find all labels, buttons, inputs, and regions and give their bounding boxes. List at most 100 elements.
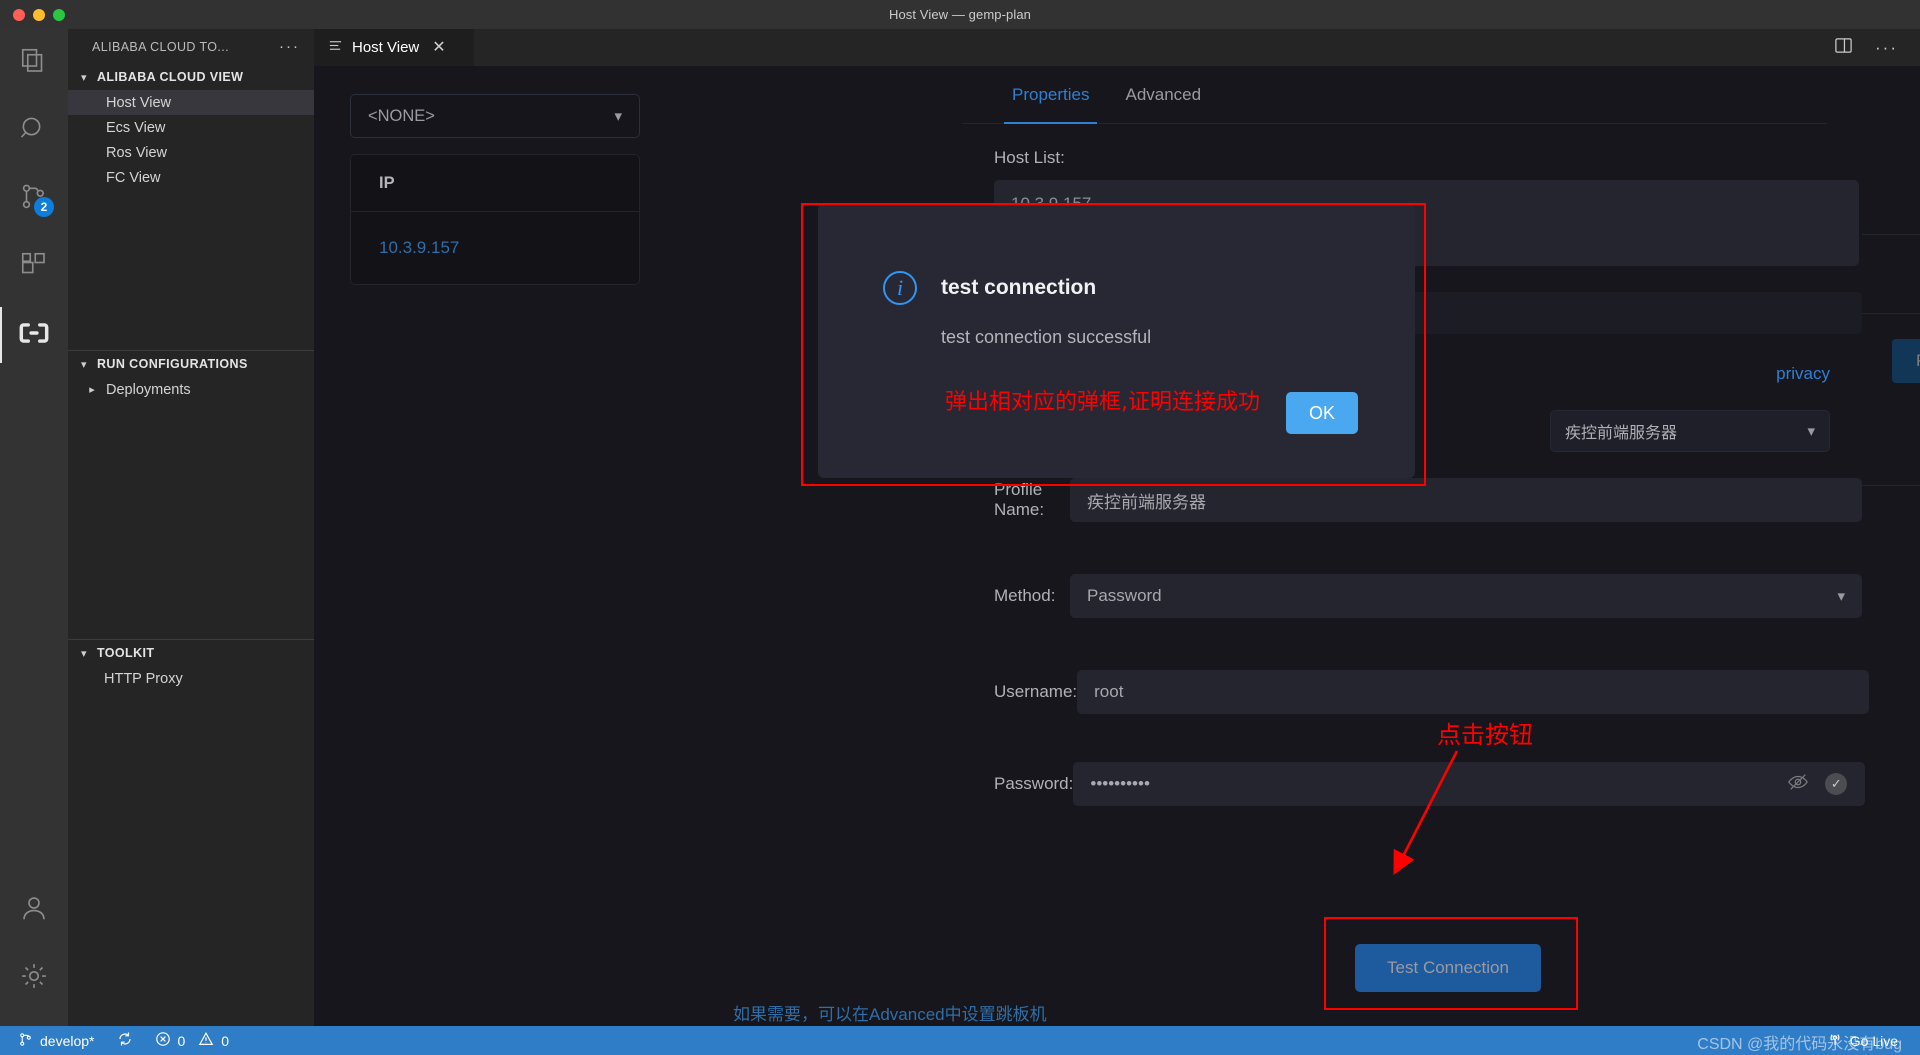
- password-field[interactable]: •••••••••• ✓: [1073, 762, 1866, 806]
- host-actions-panel: Search Add Host Properties Remove ‹ 1 ›: [1862, 66, 1920, 1026]
- status-sync[interactable]: [117, 1031, 133, 1050]
- privacy-link[interactable]: privacy: [1776, 364, 1830, 383]
- remote-icon: [19, 320, 49, 351]
- activity-extensions[interactable]: [0, 233, 68, 301]
- sidebar-item-label: Ecs View: [106, 119, 166, 136]
- vscode-window: Host View — gemp-plan 2 ALIBABA CLOUD TO…: [0, 0, 1920, 1055]
- sidebar-items-alibaba: Host View Ecs View Ros View FC View: [68, 90, 314, 350]
- status-bar: develop* 0 0 Go Live: [0, 1026, 1920, 1055]
- method-field[interactable]: Password ▾: [1070, 574, 1862, 618]
- sidebar-header: ALIBABA CLOUD TO... ···: [68, 29, 314, 64]
- tab-label: Properties: [1012, 84, 1090, 104]
- chevron-down-icon: ▾: [81, 71, 87, 84]
- column-header-label: IP: [379, 173, 395, 192]
- csdn-watermark: CSDN @我的代码永没有bug: [1697, 1036, 1902, 1053]
- username-field[interactable]: root: [1077, 670, 1870, 714]
- check-circle-icon[interactable]: ✓: [1825, 773, 1848, 795]
- method-value: Password: [1087, 586, 1162, 605]
- sidebar-item-fc-view[interactable]: FC View: [68, 165, 314, 190]
- extensions-icon: [19, 250, 49, 285]
- sidebar-item-label: Ros View: [106, 144, 167, 161]
- tab-host-view[interactable]: Host View ✕: [314, 29, 474, 66]
- chevron-down-icon: ▾: [1837, 588, 1845, 605]
- sidebar-section-label: RUN CONFIGURATIONS: [97, 357, 248, 371]
- status-problems[interactable]: 0 0: [155, 1031, 230, 1050]
- status-errors-count: 0: [177, 1032, 186, 1049]
- table-header-ip: IP: [351, 155, 639, 212]
- test-button-highlight-rect: [1324, 917, 1578, 1010]
- sync-icon: [117, 1031, 133, 1050]
- host-list-field-label: Host List:: [994, 148, 1065, 167]
- sidebar-section-toolkit[interactable]: ▾ TOOLKIT: [68, 640, 314, 666]
- activity-manage[interactable]: [0, 944, 68, 1012]
- chevron-down-icon: ▾: [81, 647, 87, 660]
- password-input[interactable]: •••••••••• ✓: [1073, 762, 1866, 806]
- method-select[interactable]: Password ▾: [1070, 574, 1862, 618]
- sidebar-title: ALIBABA CLOUD TO...: [92, 39, 230, 54]
- host-result-card: Properties Remove: [1862, 234, 1920, 486]
- activity-search[interactable]: [0, 97, 68, 165]
- password-value: ••••••••••: [1090, 774, 1150, 793]
- close-icon[interactable]: ✕: [432, 39, 445, 56]
- activity-source-control[interactable]: 2: [0, 165, 68, 233]
- dialog-callout-text: 弹出相对应的弹框,证明连接成功: [945, 390, 1260, 415]
- cell-ip[interactable]: 10.3.9.157: [379, 238, 459, 258]
- tab-advanced[interactable]: Advanced: [1107, 66, 1219, 124]
- sidebar-section-label: TOOLKIT: [97, 646, 155, 660]
- editor-more-actions[interactable]: ···: [1875, 38, 1898, 58]
- sidebar-item-label: FC View: [106, 169, 161, 186]
- sidebar-item-ros-view[interactable]: Ros View: [68, 140, 314, 165]
- dialog-highlight-rect: [801, 203, 1426, 486]
- advanced-hint-text: 如果需要，可以在Advanced中设置跳板机: [733, 1005, 1047, 1024]
- side-bar: ALIBABA CLOUD TO... ··· ▾ ALIBABA CLOUD …: [68, 29, 314, 1026]
- split-editor-icon[interactable]: [1834, 36, 1853, 60]
- editor-area: Host View ✕ ··· <NONE> ▾ IP 10.3.9.157 P…: [314, 29, 1920, 1026]
- activity-explorer[interactable]: [0, 29, 68, 97]
- properties-button[interactable]: Properties: [1892, 339, 1920, 383]
- tab-label: Host View: [352, 39, 420, 56]
- host-row-actions: Properties Remove: [1892, 339, 1920, 383]
- sidebar-item-http-proxy[interactable]: HTTP Proxy: [68, 666, 314, 691]
- sidebar-item-host-view[interactable]: Host View: [68, 90, 314, 115]
- password-label: Password:: [994, 774, 1074, 793]
- eye-off-icon[interactable]: [1787, 771, 1809, 798]
- sidebar-item-label: Host View: [106, 94, 172, 111]
- existing-profile-select[interactable]: 疾控前端服务器 ▾: [1550, 410, 1830, 452]
- password-row: Password: •••••••••• ✓: [962, 762, 1866, 806]
- status-warnings-count: 0: [221, 1032, 230, 1049]
- properties-tab-bar: Properties Advanced: [962, 66, 1827, 124]
- host-table: IP 10.3.9.157: [350, 154, 640, 285]
- sidebar-more-actions[interactable]: ···: [279, 38, 300, 55]
- editor-actions: ···: [1834, 29, 1920, 66]
- host-group-select-value: <NONE>: [368, 106, 435, 125]
- table-row[interactable]: 10.3.9.157: [351, 212, 639, 284]
- tab-label: Advanced: [1125, 84, 1202, 104]
- sidebar-pane-run-configurations: ▾ RUN CONFIGURATIONS ▸ Deployments: [68, 351, 314, 640]
- tab-properties[interactable]: Properties: [994, 66, 1107, 124]
- gear-icon: [19, 961, 49, 996]
- activity-accounts[interactable]: [0, 876, 68, 944]
- sidebar-section-run-configurations[interactable]: ▾ RUN CONFIGURATIONS: [68, 351, 314, 377]
- title-bar: Host View — gemp-plan: [0, 0, 1920, 29]
- host-list-column: <NONE> ▾ IP 10.3.9.157: [350, 94, 640, 285]
- search-icon: [19, 114, 49, 149]
- account-icon: [19, 893, 49, 928]
- activity-remote-explorer[interactable]: [0, 301, 68, 369]
- sidebar-section-alibaba-cloud-view[interactable]: ▾ ALIBABA CLOUD VIEW: [68, 64, 314, 90]
- status-branch[interactable]: develop*: [18, 1032, 95, 1050]
- sidebar-item-ecs-view[interactable]: Ecs View: [68, 115, 314, 140]
- sidebar-pane-toolkit: ▾ TOOLKIT HTTP Proxy: [68, 640, 314, 691]
- warning-icon: [198, 1031, 214, 1050]
- username-input[interactable]: root: [1077, 670, 1870, 714]
- status-bar-left: develop* 0 0: [0, 1031, 229, 1050]
- username-label: Username:: [994, 682, 1078, 701]
- username-row: Username: root: [962, 670, 1870, 714]
- list-icon: [328, 38, 343, 57]
- files-icon: [19, 46, 49, 81]
- sidebar-section-label: ALIBABA CLOUD VIEW: [97, 70, 244, 84]
- status-branch-label: develop*: [40, 1032, 95, 1049]
- host-group-select[interactable]: <NONE> ▾: [350, 94, 640, 138]
- sidebar-item-deployments[interactable]: ▸ Deployments: [68, 377, 314, 402]
- chevron-down-icon: ▾: [81, 358, 87, 371]
- chevron-right-icon: ▸: [89, 384, 95, 396]
